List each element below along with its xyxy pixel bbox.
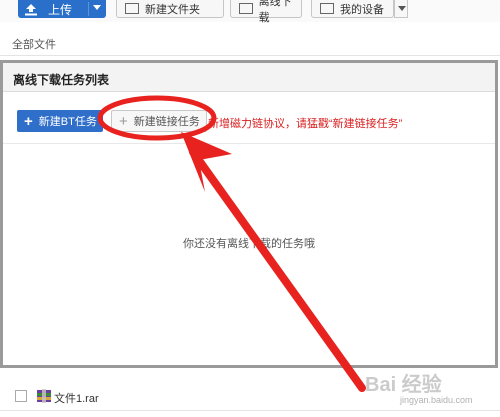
offline-download-dialog: 离线下载任务列表 + 新建BT任务 + 新建链接任务 新增磁力链协议，请猛戳“新…	[0, 60, 498, 368]
my-devices-button[interactable]: 我的设备	[311, 0, 394, 18]
breadcrumb-divider	[0, 55, 500, 56]
new-folder-icon	[125, 3, 139, 14]
dialog-header: 离线下载任务列表	[3, 63, 495, 92]
dialog-divider	[3, 143, 495, 144]
upload-separator	[88, 2, 89, 16]
my-devices-icon	[320, 3, 334, 14]
my-devices-label: 我的设备	[340, 3, 384, 16]
file-name[interactable]: 文件1.rar	[54, 390, 99, 406]
breadcrumb[interactable]: 全部文件	[12, 36, 56, 52]
magnet-hint: 新增磁力链协议，请猛戳“新建链接任务”	[208, 118, 403, 130]
offline-download-icon	[239, 3, 253, 14]
upload-icon	[18, 0, 44, 18]
new-bt-task-label: 新建BT任务	[38, 116, 97, 128]
list-divider	[0, 410, 500, 411]
toolbar: 上传 新建文件夹 离线下载 我的设备	[0, 0, 500, 24]
plus-icon: +	[24, 112, 33, 130]
my-devices-dropdown-caret[interactable]	[394, 0, 408, 18]
watermark-url: jingyan.baidu.com	[400, 395, 473, 405]
plus-icon: +	[119, 112, 128, 130]
file-checkbox[interactable]	[15, 390, 27, 402]
new-folder-label: 新建文件夹	[145, 3, 200, 16]
offline-download-button[interactable]: 离线下载	[230, 0, 302, 24]
new-folder-button[interactable]: 新建文件夹	[116, 0, 224, 18]
new-bt-task-button[interactable]: + 新建BT任务	[17, 110, 103, 132]
upload-dropdown-caret[interactable]	[93, 5, 101, 10]
empty-task-message: 你还没有离线下载的任务哦	[183, 238, 315, 250]
offline-download-label: 离线下载	[258, 0, 292, 24]
upload-label: 上传	[48, 2, 73, 17]
rar-archive-icon	[36, 388, 52, 404]
new-link-task-label: 新建链接任务	[133, 116, 200, 128]
upload-button[interactable]: 上传	[18, 0, 106, 18]
watermark-logo: Bai 经验	[365, 374, 442, 396]
new-link-task-button[interactable]: + 新建链接任务	[111, 110, 207, 132]
dialog-title: 离线下载任务列表	[13, 73, 110, 87]
